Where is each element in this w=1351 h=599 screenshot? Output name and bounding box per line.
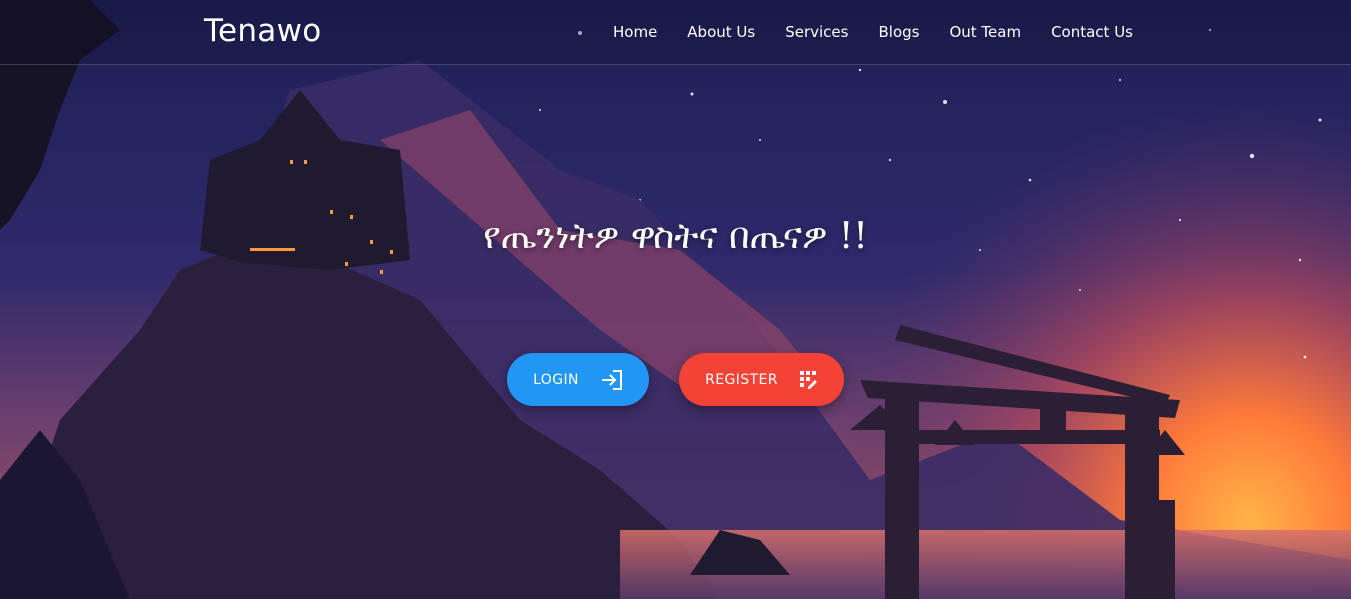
- nav-item-services[interactable]: Services: [785, 23, 848, 41]
- register-button[interactable]: REGISTER: [679, 353, 844, 406]
- register-grid-icon: [799, 370, 818, 389]
- hero-headline: የጤንነትዎ ዋስትና በጤናዎ !!: [483, 216, 868, 257]
- nav-item-home[interactable]: Home: [613, 23, 657, 41]
- register-button-label: REGISTER: [705, 371, 778, 388]
- login-button-label: LOGIN: [533, 371, 579, 388]
- nav-item-about-us[interactable]: About Us: [687, 23, 755, 41]
- hero-background-illustration: [0, 0, 1351, 599]
- nav-item-blogs[interactable]: Blogs: [878, 23, 919, 41]
- main-nav: Home About Us Services Blogs Out Team Co…: [613, 23, 1133, 41]
- login-button[interactable]: LOGIN: [507, 353, 649, 406]
- login-arrow-icon: [601, 369, 623, 390]
- brand-logo-text[interactable]: Tenawo: [204, 13, 322, 49]
- nav-item-out-team[interactable]: Out Team: [949, 23, 1021, 41]
- top-navbar: Tenawo Home About Us Services Blogs Out …: [0, 0, 1351, 65]
- nav-item-contact-us[interactable]: Contact Us: [1051, 23, 1133, 41]
